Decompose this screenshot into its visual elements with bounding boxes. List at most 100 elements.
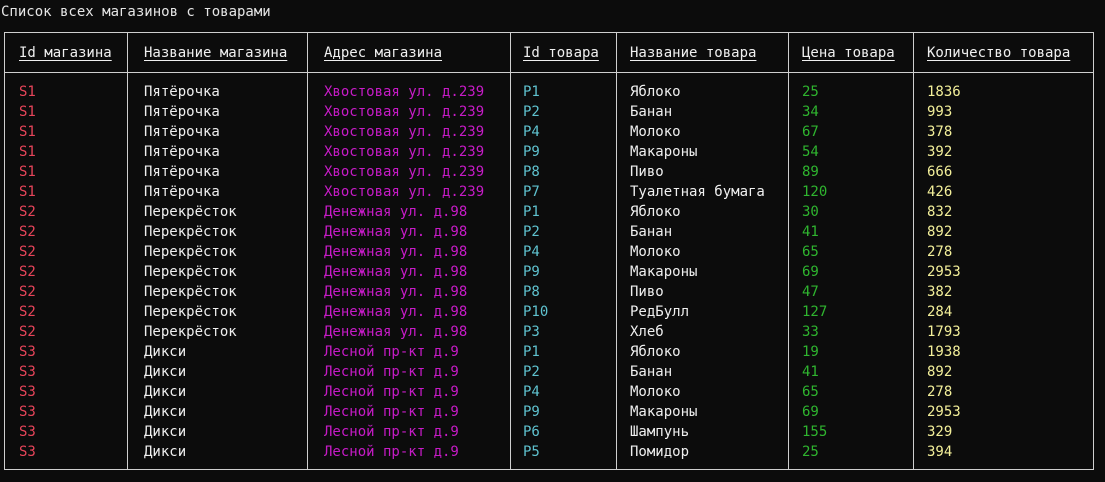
quantity-cell: 382 [927, 284, 953, 300]
product-id-cell: P8 [523, 284, 540, 300]
table-row: S2 Перекрёсток Денежная ул. д.98 P2 Банан 41 8… [5, 222, 1093, 242]
table-row: S2 Перекрёсток Денежная ул. д.98 P10 РедБулл… [5, 302, 1093, 322]
price-cell: 33 [802, 324, 819, 340]
store-id-cell: S1 [19, 164, 36, 180]
store-name-cell: Пятёрочка [144, 144, 220, 160]
store-address-cell: Хвостовая ул. д.239 [324, 184, 485, 200]
table-row: S1 Пятёрочка Хвостовая ул. д.239 P4 Молоко 67… [5, 122, 1093, 142]
store-address-cell: Денежная ул. д.98 [324, 204, 468, 220]
store-name-cell: Перекрёсток [144, 324, 237, 340]
price-cell: 25 [802, 444, 819, 460]
store-address-cell: Хвостовая ул. д.239 [324, 104, 485, 120]
quantity-cell: 1938 [927, 344, 961, 360]
product-id-cell: P3 [523, 324, 540, 340]
quantity-cell: 2953 [927, 264, 961, 280]
price-cell: 69 [802, 404, 819, 420]
store-id-cell: S1 [19, 84, 36, 100]
store-id-cell: S2 [19, 324, 36, 340]
store-address-cell: Денежная ул. д.98 [324, 244, 468, 260]
table-row: S3 Дикси Лесной пр-кт д.9 P5 Помидор 25 394 [5, 442, 1093, 462]
store-id-cell: S3 [19, 364, 36, 380]
store-address-cell: Лесной пр-кт д.9 [324, 344, 459, 360]
product-id-cell: P1 [523, 344, 540, 360]
stores-table: Id магазина Название магазина Адрес мага… [4, 32, 1094, 470]
store-address-cell: Хвостовая ул. д.239 [324, 144, 485, 160]
header-product-id: Id товара [523, 43, 599, 63]
store-name-cell: Дикси [144, 424, 187, 440]
price-cell: 69 [802, 264, 819, 280]
store-address-cell: Лесной пр-кт д.9 [324, 384, 459, 400]
product-id-cell: P2 [523, 224, 540, 240]
header-store-address-label: Адрес магазина [324, 45, 443, 61]
product-name-cell: Яблоко [630, 204, 681, 220]
product-name-cell: Макароны [630, 404, 698, 420]
store-address-cell: Хвостовая ул. д.239 [324, 124, 485, 140]
product-id-cell: P7 [523, 184, 540, 200]
store-id-cell: S2 [19, 304, 36, 320]
product-name-cell: Банан [630, 104, 673, 120]
store-name-cell: Дикси [144, 364, 187, 380]
product-name-cell: Хлеб [630, 324, 664, 340]
table-row: S3 Дикси Лесной пр-кт д.9 P2 Банан 41 892 [5, 362, 1093, 382]
store-name-cell: Пятёрочка [144, 124, 220, 140]
quantity-cell: 993 [927, 104, 953, 120]
store-name-cell: Перекрёсток [144, 264, 237, 280]
product-id-cell: P8 [523, 164, 540, 180]
price-cell: 89 [802, 164, 819, 180]
store-name-cell: Перекрёсток [144, 204, 237, 220]
store-id-cell: S3 [19, 444, 36, 460]
price-cell: 127 [802, 304, 828, 320]
store-address-cell: Хвостовая ул. д.239 [324, 164, 485, 180]
store-name-cell: Пятёрочка [144, 184, 220, 200]
table-row: S3 Дикси Лесной пр-кт д.9 P9 Макароны 69 2953 [5, 402, 1093, 422]
product-name-cell: Туалетная бумага [630, 184, 765, 200]
product-name-cell: Молоко [630, 244, 681, 260]
product-id-cell: P5 [523, 444, 540, 460]
store-id-cell: S1 [19, 124, 36, 140]
price-cell: 47 [802, 284, 819, 300]
price-cell: 67 [802, 124, 819, 140]
quantity-cell: 426 [927, 184, 953, 200]
quantity-cell: 278 [927, 384, 953, 400]
table-row: S1 Пятёрочка Хвостовая ул. д.239 P2 Банан 34 9… [5, 102, 1093, 122]
store-id-cell: S2 [19, 264, 36, 280]
product-name-cell: Шампунь [630, 424, 690, 440]
price-cell: 120 [802, 184, 828, 200]
table-row: S1 Пятёрочка Хвостовая ул. д.239 P1 Яблоко 25… [5, 82, 1093, 102]
console-window: Список всех магазинов с товарами Id мага… [0, 0, 1105, 482]
header-store-id: Id магазина [19, 43, 112, 63]
price-cell: 54 [802, 144, 819, 160]
store-name-cell: Пятёрочка [144, 164, 220, 180]
price-cell: 41 [802, 364, 819, 380]
product-name-cell: РедБулл [630, 304, 690, 320]
header-price-label: Цена товара [802, 45, 895, 61]
table-row: S2 Перекрёсток Денежная ул. д.98 P3 Хлеб 33 17… [5, 322, 1093, 342]
store-id-cell: S3 [19, 344, 36, 360]
store-name-cell: Дикси [144, 384, 187, 400]
product-name-cell: Макароны [630, 144, 698, 160]
quantity-cell: 832 [927, 204, 953, 220]
store-name-cell: Дикси [144, 404, 187, 420]
store-name-cell: Пятёрочка [144, 104, 220, 120]
output-heading: Список всех магазинов с товарами [1, 4, 271, 20]
store-address-cell: Лесной пр-кт д.9 [324, 444, 459, 460]
store-address-cell: Денежная ул. д.98 [324, 264, 468, 280]
product-id-cell: P10 [523, 304, 549, 320]
header-store-id-label: Id магазина [19, 45, 112, 61]
price-cell: 155 [802, 424, 828, 440]
table-row: S1 Пятёрочка Хвостовая ул. д.239 P7 Туалетна… [5, 182, 1093, 202]
table-row: S3 Дикси Лесной пр-кт д.9 P6 Шампунь 155 329 [5, 422, 1093, 442]
header-store-name: Название магазина [144, 43, 287, 63]
header-separator [5, 72, 1093, 73]
store-id-cell: S3 [19, 384, 36, 400]
quantity-cell: 392 [927, 144, 953, 160]
header-product-id-label: Id товара [523, 45, 599, 61]
quantity-cell: 284 [927, 304, 953, 320]
product-name-cell: Помидор [630, 444, 690, 460]
product-name-cell: Макароны [630, 264, 698, 280]
quantity-cell: 2953 [927, 404, 961, 420]
header-quantity-label: Количество товара [927, 45, 1071, 61]
quantity-cell: 1793 [927, 324, 961, 340]
store-address-cell: Лесной пр-кт д.9 [324, 424, 459, 440]
store-address-cell: Лесной пр-кт д.9 [324, 364, 459, 380]
